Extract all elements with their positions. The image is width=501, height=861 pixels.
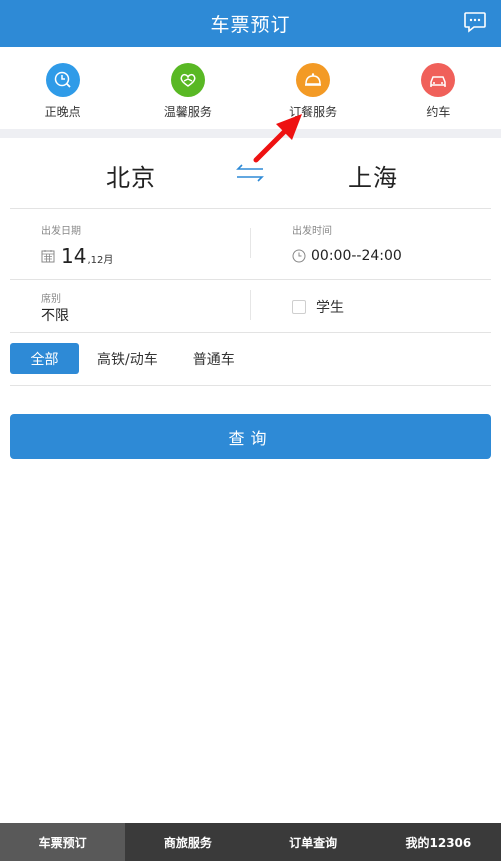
page-title: 车票预订 [210, 14, 291, 36]
divider [10, 332, 491, 333]
field-divider [250, 290, 251, 320]
tab-order-query[interactable]: 订单查询 [251, 823, 376, 861]
service-label: 温馨服务 [163, 105, 212, 119]
divider [10, 385, 491, 386]
service-label: 约车 [426, 105, 451, 119]
clock-search-icon [45, 63, 80, 97]
tab-my-12306[interactable]: 我的12306 [376, 823, 501, 861]
student-label: 学生 [316, 300, 344, 316]
service-on-time[interactable]: 正晚点 [0, 47, 125, 129]
divider [10, 208, 491, 209]
car-icon [421, 63, 456, 97]
student-checkbox[interactable] [292, 300, 306, 314]
train-type-regular[interactable]: 普通车 [193, 343, 235, 374]
train-type-all[interactable]: 全部 [10, 343, 79, 374]
departure-time-value: 00:00--24:00 [311, 248, 402, 264]
departure-day: 14 [61, 244, 87, 268]
departure-date-label: 出发日期 [41, 226, 81, 237]
service-care[interactable]: 温馨服务 [125, 47, 250, 129]
clock-icon [292, 249, 306, 263]
chat-bubble-icon[interactable] [463, 11, 487, 33]
seat-class-value[interactable]: 不限 [41, 305, 69, 325]
heart-hands-icon [170, 63, 205, 97]
app-screen: 车票预订 正晚点 温馨服务 订餐服务 约车 北京 上海 出发日期 14 ,12月… [0, 0, 501, 861]
tab-ticket-booking[interactable]: 车票预订 [0, 823, 126, 861]
field-divider [250, 228, 251, 258]
departure-station[interactable]: 北京 [106, 158, 156, 193]
seat-class-label: 席别 [41, 294, 61, 305]
departure-time-field[interactable]: 00:00--24:00 [292, 248, 402, 264]
food-cloche-icon [296, 63, 331, 97]
train-type-high-speed[interactable]: 高铁/动车 [97, 343, 158, 374]
tab-business-travel[interactable]: 商旅服务 [125, 823, 250, 861]
arrival-station[interactable]: 上海 [348, 158, 398, 193]
service-label: 正晚点 [44, 105, 81, 119]
train-type-filter: 全部 高铁/动车 普通车 [10, 343, 235, 374]
bottom-tab-bar: 车票预订 商旅服务 订单查询 我的12306 [0, 823, 501, 861]
departure-month: ,12月 [87, 255, 114, 266]
departure-time-label: 出发时间 [292, 226, 332, 237]
annotation-arrow-icon [253, 114, 302, 163]
departure-date-field[interactable]: 14 ,12月 [41, 245, 113, 267]
query-button[interactable]: 查询 [10, 414, 491, 459]
calendar-icon [41, 250, 55, 263]
top-bar: 车票预订 [0, 0, 501, 47]
service-car[interactable]: 约车 [376, 47, 501, 129]
divider [10, 279, 491, 280]
student-toggle[interactable]: 学生 [292, 297, 344, 317]
